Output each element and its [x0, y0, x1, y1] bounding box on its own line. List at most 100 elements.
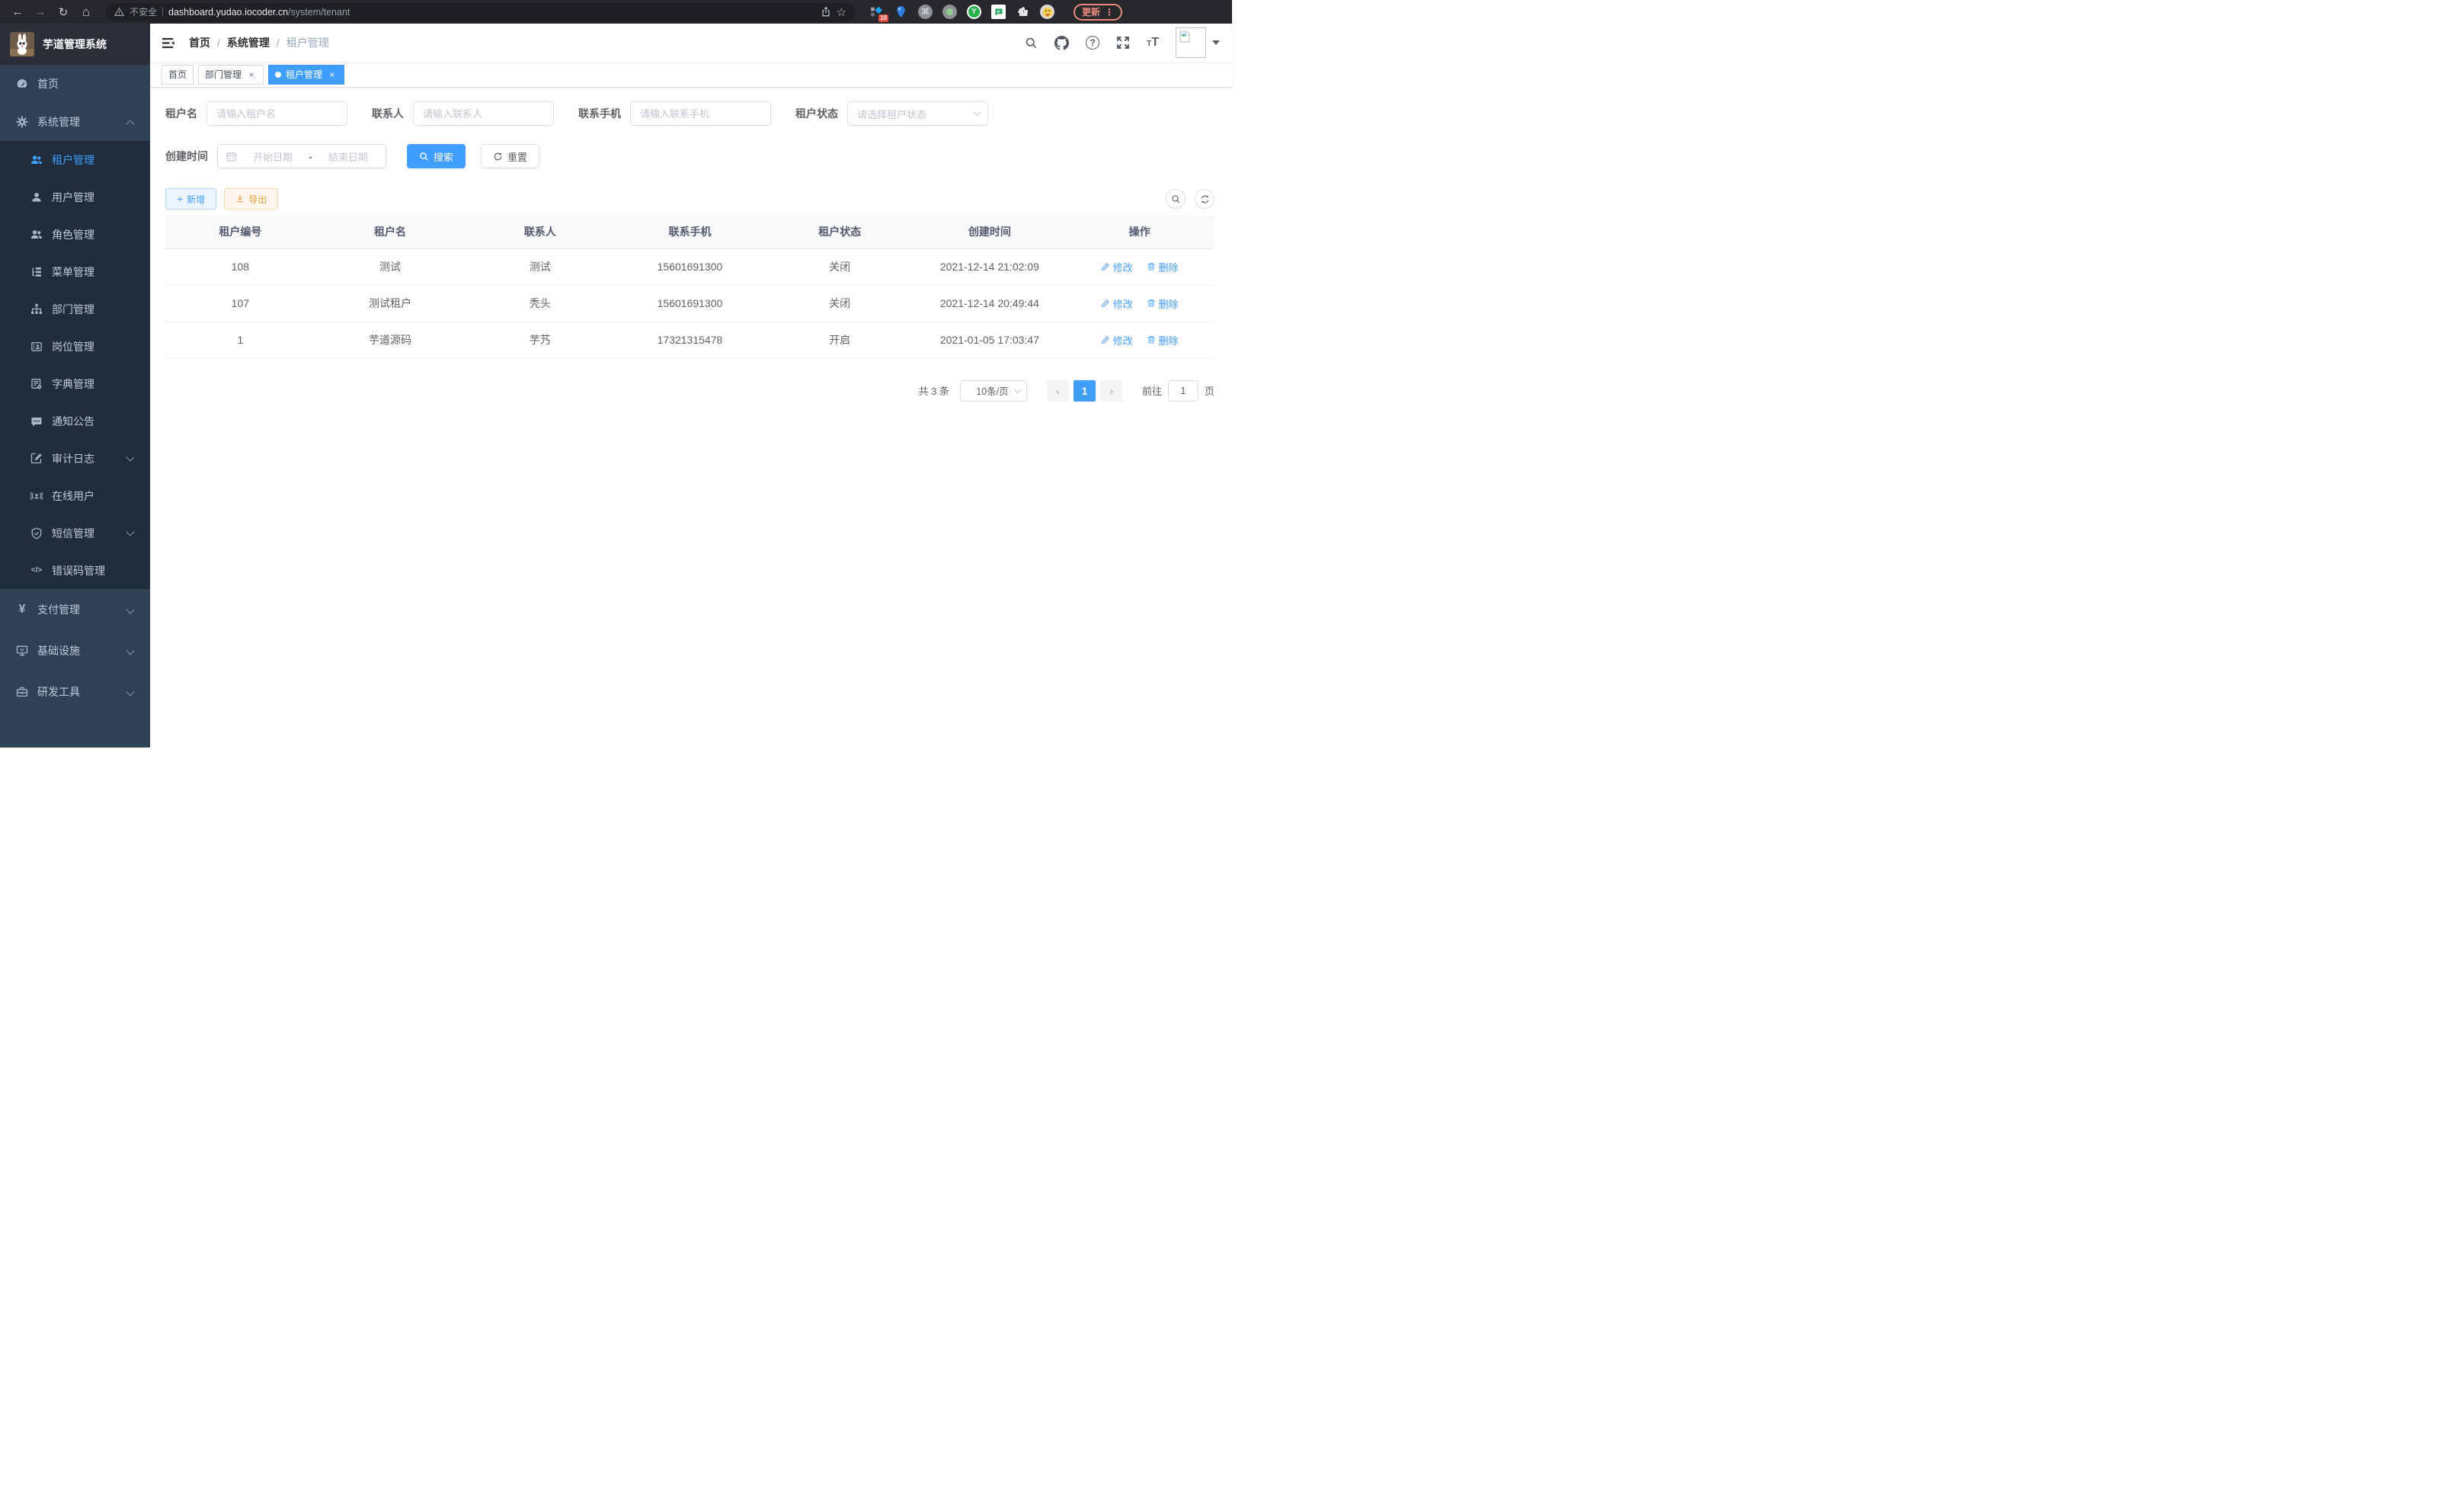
- delete-link[interactable]: 删除: [1147, 296, 1179, 311]
- sidebar-item-payment[interactable]: ¥ 支付管理: [0, 589, 150, 630]
- font-size-icon[interactable]: TT: [1147, 37, 1159, 49]
- command-extension-icon[interactable]: ⌘: [918, 5, 933, 19]
- gear-icon: [16, 116, 28, 128]
- sidebar-item-dict[interactable]: 字典管理: [0, 365, 150, 402]
- goto-page-input[interactable]: [1168, 380, 1198, 402]
- table-header-row: 租户编号 租户名 联系人 联系手机 租户状态 创建时间 操作: [165, 216, 1214, 248]
- sidebar-fold-icon[interactable]: [162, 37, 176, 50]
- infrastructure-icon: [16, 645, 28, 657]
- extensions-puzzle-icon[interactable]: [1016, 5, 1030, 19]
- close-icon[interactable]: ×: [246, 69, 257, 80]
- delete-link[interactable]: 删除: [1147, 260, 1179, 274]
- create-time-label: 创建时间: [165, 149, 208, 164]
- show-search-toggle-button[interactable]: [1166, 189, 1186, 209]
- browser-forward-icon[interactable]: →: [30, 2, 50, 22]
- bookmark-star-icon[interactable]: ☆: [837, 5, 846, 19]
- active-dot: [275, 72, 281, 78]
- security-warning-icon: [114, 7, 124, 17]
- help-icon[interactable]: ?: [1086, 36, 1099, 50]
- sidebar-logo[interactable]: 芋道管理系统: [0, 24, 150, 65]
- github-icon[interactable]: [1054, 36, 1069, 50]
- chevron-up-icon: [126, 120, 134, 128]
- menu-tree-icon: [30, 266, 43, 278]
- sidebar-item-label: 菜单管理: [52, 264, 94, 280]
- browser-home-icon[interactable]: ⌂: [76, 2, 96, 22]
- dev-tools-icon: [16, 686, 28, 698]
- share-icon[interactable]: [821, 6, 831, 18]
- sidebar-item-menu[interactable]: 菜单管理: [0, 253, 150, 290]
- col-tenant-name: 租户名: [315, 216, 466, 248]
- sidebar-item-system[interactable]: 系统管理: [0, 103, 150, 141]
- chevron-down-icon: [126, 605, 134, 613]
- prev-page-button[interactable]: ‹: [1047, 380, 1069, 402]
- password-manager-extension-icon[interactable]: 10: [869, 5, 884, 19]
- calendar-icon: [226, 151, 237, 162]
- sidebar-item-label: 错误码管理: [52, 563, 105, 578]
- error-code-icon: </>: [30, 567, 43, 575]
- user-avatar-menu[interactable]: [1176, 27, 1220, 58]
- kebab-menu-icon: ⋮: [1105, 7, 1114, 18]
- sidebar-item-dept[interactable]: 部门管理: [0, 290, 150, 328]
- close-icon[interactable]: ×: [327, 69, 338, 80]
- dictionary-icon: [30, 378, 43, 390]
- sidebar-item-error-code[interactable]: </> 错误码管理: [0, 552, 150, 589]
- app-title: 芋道管理系统: [43, 37, 107, 52]
- refresh-table-button[interactable]: [1195, 189, 1214, 209]
- filter-row-1: 租户名 联系人 联系手机 租户状态 请选择租户状态: [165, 101, 1214, 126]
- tenant-page-content: 租户名 联系人 联系手机 租户状态 请选择租户状态: [150, 88, 1232, 748]
- browser-reload-icon[interactable]: ↻: [53, 2, 73, 22]
- search-button[interactable]: 搜索: [407, 144, 466, 168]
- browser-back-icon[interactable]: ←: [8, 2, 27, 22]
- contact-input[interactable]: [413, 101, 554, 126]
- date-range-picker[interactable]: 开始日期 - 结束日期: [217, 144, 386, 168]
- sidebar-item-tenant[interactable]: 租户管理: [0, 141, 150, 178]
- export-button[interactable]: 导出: [224, 188, 278, 210]
- edit-link[interactable]: 修改: [1101, 260, 1133, 274]
- sidebar-item-role[interactable]: 角色管理: [0, 216, 150, 253]
- sidebar: 芋道管理系统 首页 系统管理 租户管理 用户管理: [0, 24, 150, 748]
- page-1-button[interactable]: 1: [1074, 380, 1096, 402]
- edit-link[interactable]: 修改: [1101, 333, 1133, 347]
- browser-update-button[interactable]: 更新 ⋮: [1074, 4, 1122, 21]
- recorder-extension-icon[interactable]: [942, 5, 957, 19]
- sidebar-item-infrastructure[interactable]: 基础设施: [0, 630, 150, 671]
- col-actions: 操作: [1064, 216, 1214, 248]
- y-extension-icon[interactable]: Y: [967, 5, 981, 19]
- sidebar-item-sms[interactable]: 短信管理: [0, 514, 150, 552]
- page-size-select[interactable]: 10条/页: [960, 380, 1027, 402]
- sidebar-item-home[interactable]: 首页: [0, 65, 150, 103]
- tags-view: 首页 部门管理 × 租户管理 ×: [150, 62, 1232, 88]
- sidebar-item-label: 部门管理: [52, 302, 94, 317]
- broken-avatar-image: [1176, 27, 1206, 58]
- header-search-icon[interactable]: [1025, 37, 1038, 50]
- status-select[interactable]: 请选择租户状态: [847, 101, 988, 126]
- profile-avatar-icon[interactable]: [1040, 5, 1054, 19]
- sidebar-item-post[interactable]: 岗位管理: [0, 328, 150, 365]
- map-pin-extension-icon[interactable]: [894, 5, 908, 19]
- sidebar-item-online-user[interactable]: 在线用户: [0, 477, 150, 514]
- edit-link[interactable]: 修改: [1101, 296, 1133, 311]
- fullscreen-icon[interactable]: [1116, 36, 1130, 50]
- navbar-actions: ? TT: [1025, 27, 1232, 58]
- next-page-button[interactable]: ›: [1100, 380, 1122, 402]
- tag-dept[interactable]: 部门管理 ×: [198, 65, 264, 85]
- mobile-input[interactable]: [630, 101, 771, 126]
- sidebar-item-user[interactable]: 用户管理: [0, 178, 150, 216]
- tenant-name-input[interactable]: [206, 101, 347, 126]
- address-bar[interactable]: 不安全 dashboard.yudao.iocoder.cn/system/te…: [105, 3, 856, 21]
- tag-home[interactable]: 首页: [162, 65, 194, 85]
- chat-extension-icon[interactable]: [991, 5, 1006, 19]
- breadcrumb-system[interactable]: 系统管理: [227, 35, 270, 50]
- filter-row-2: 创建时间 开始日期 - 结束日期 搜索 重置: [165, 144, 1214, 168]
- sidebar-item-notice[interactable]: 通知公告: [0, 402, 150, 440]
- announcement-icon: [30, 415, 43, 427]
- range-separator: -: [309, 151, 312, 162]
- tag-tenant[interactable]: 租户管理 ×: [268, 65, 344, 85]
- reset-button[interactable]: 重置: [481, 144, 539, 168]
- sidebar-item-dev-tools[interactable]: 研发工具: [0, 671, 150, 712]
- breadcrumb-home[interactable]: 首页: [189, 35, 210, 50]
- online-user-icon: [30, 490, 43, 502]
- delete-link[interactable]: 删除: [1147, 333, 1179, 347]
- sidebar-item-audit-log[interactable]: 审计日志: [0, 440, 150, 477]
- add-button[interactable]: + 新增: [165, 188, 216, 210]
